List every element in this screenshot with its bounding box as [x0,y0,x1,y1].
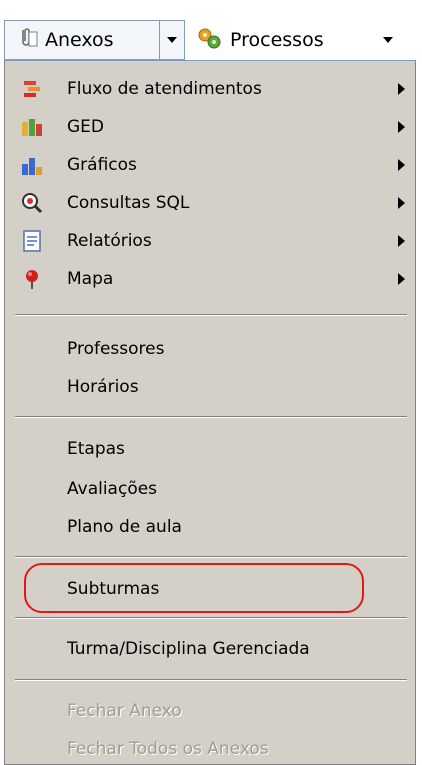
menu-item-label: Horários [67,377,139,397]
menu-item-label: Turma/Disciplina Gerenciada [67,639,310,659]
sql-query-icon [21,192,43,214]
menu-item-turma-disciplina-gerenciada[interactable]: Turma/Disciplina Gerenciada [5,631,415,667]
menu-item-label: Etapas [67,439,125,459]
menu-item-horarios[interactable]: Horários [5,369,415,405]
menu-item-label: Fluxo de atendimentos [67,79,262,99]
menu-item-label: Fechar Todos os Anexos [67,739,269,759]
submenu-arrow-icon [398,159,405,171]
gears-icon [196,25,224,56]
menu-item-label: Plano de aula [67,517,182,537]
report-icon [21,230,43,252]
menu-separator [15,314,407,316]
chart-icon [21,154,43,176]
anexos-button[interactable]: Anexos [4,20,160,60]
toolbar: Anexos Processos [0,0,422,62]
menu-item-label: Professores [67,339,165,359]
menu-item-fechar-anexo: Fechar Anexo [5,693,415,729]
menu-item-fluxo[interactable]: Fluxo de atendimentos [5,71,415,107]
menu-item-label: Avaliações [67,479,158,499]
menu-item-ged[interactable]: GED [5,109,415,145]
menu-separator [15,556,407,558]
chevron-down-icon [167,37,177,43]
menu-item-label: Gráficos [67,155,137,175]
menu-item-graficos[interactable]: Gráficos [5,147,415,183]
submenu-arrow-icon [398,273,405,285]
menu-item-relatorios[interactable]: Relatórios [5,223,415,259]
menu-item-mapa[interactable]: Mapa [5,261,415,297]
anexos-dropdown-button[interactable] [159,20,185,60]
menu-item-label: Consultas SQL [67,193,190,213]
menu-separator [15,416,407,418]
paperclip-icon [15,26,39,55]
app-screen: Anexos Processos Fluxo de atendimentos G… [0,0,422,765]
anexos-menu: Fluxo de atendimentos GED Gráficos Consu… [4,60,416,765]
menu-item-avaliacoes[interactable]: Avaliações [5,471,415,507]
submenu-arrow-icon [398,121,405,133]
ged-icon [21,116,43,138]
menu-item-consultas-sql[interactable]: Consultas SQL [5,185,415,221]
chevron-down-icon [383,37,393,43]
menu-item-label: Relatórios [67,231,152,251]
menu-item-label: Fechar Anexo [67,701,182,721]
submenu-arrow-icon [398,235,405,247]
menu-item-label: GED [67,117,105,137]
map-pin-icon [21,268,43,290]
submenu-arrow-icon [398,197,405,209]
menu-separator [15,679,407,681]
menu-item-label: Mapa [67,269,114,289]
flow-icon [21,78,43,100]
menu-item-plano-de-aula[interactable]: Plano de aula [5,509,415,545]
processos-dropdown-button[interactable] [378,20,398,60]
submenu-arrow-icon [398,83,405,95]
menu-item-fechar-todos-os-anexos: Fechar Todos os Anexos [5,731,415,764]
processos-button[interactable]: Processos [192,20,362,60]
anexos-label: Anexos [45,29,114,51]
menu-item-etapas[interactable]: Etapas [5,431,415,467]
menu-item-professores[interactable]: Professores [5,331,415,367]
menu-separator [15,617,407,619]
processos-label: Processos [230,29,324,51]
highlight-annotation [24,563,364,613]
